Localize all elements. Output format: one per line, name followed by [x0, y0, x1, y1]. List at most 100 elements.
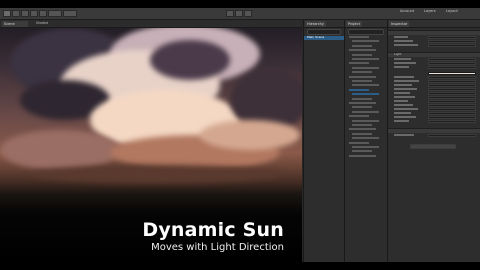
project-list-item[interactable] — [352, 150, 372, 153]
project-header: Project — [345, 20, 387, 28]
property-value-field[interactable] — [428, 91, 476, 95]
project-list-item[interactable] — [352, 132, 372, 135]
global-toggle[interactable] — [63, 10, 77, 17]
property-label — [394, 96, 415, 98]
project-list-item[interactable] — [349, 154, 376, 157]
caption-subtitle: Moves with Light Direction — [151, 242, 284, 253]
hierarchy-root-item[interactable]: Main Scene — [307, 36, 324, 39]
property-value-field[interactable] — [428, 35, 476, 39]
feature-caption: Dynamic Sun Moves with Light Direction — [142, 219, 284, 254]
property-value-field[interactable] — [428, 107, 476, 111]
project-list-item[interactable] — [352, 40, 379, 43]
project-list-item[interactable] — [349, 88, 369, 91]
skybox-material-section[interactable] — [388, 128, 480, 133]
rotate-tool-icon[interactable] — [21, 10, 29, 17]
horizon-glow — [30, 165, 280, 183]
hand-tool-icon[interactable] — [3, 10, 11, 17]
property-value-field[interactable] — [428, 75, 476, 79]
property-value-field[interactable] — [428, 39, 476, 43]
property-label — [394, 100, 408, 102]
project-list-item[interactable] — [349, 62, 369, 65]
property-label — [394, 92, 410, 94]
property-label — [394, 36, 408, 38]
project-list-item[interactable] — [349, 102, 376, 104]
project-list-item[interactable] — [352, 146, 379, 148]
project-list-item[interactable] — [352, 71, 372, 74]
project-list-item[interactable] — [352, 93, 379, 96]
property-value-field[interactable] — [428, 95, 476, 99]
property-value-field[interactable] — [428, 119, 476, 123]
property-value-field[interactable] — [428, 79, 476, 83]
property-label — [394, 80, 419, 82]
project-list-item[interactable] — [349, 36, 369, 38]
project-list-item[interactable] — [349, 49, 376, 52]
layers-dropdown[interactable]: Layers — [424, 9, 436, 13]
tab-inspector[interactable]: Inspector — [389, 21, 410, 27]
scale-tool-icon[interactable] — [30, 10, 38, 17]
hierarchy-header: Hierarchy — [304, 20, 344, 28]
project-search-input[interactable] — [348, 29, 384, 35]
rect-tool-icon[interactable] — [39, 10, 47, 17]
property-value-field[interactable] — [428, 83, 476, 87]
property-value-field[interactable] — [428, 65, 476, 69]
project-list-item[interactable] — [349, 75, 376, 78]
property-value-field[interactable] — [428, 61, 476, 65]
hierarchy-search-input[interactable] — [307, 29, 341, 35]
property-label — [394, 88, 417, 90]
tab-hierarchy[interactable]: Hierarchy — [305, 21, 326, 27]
project-list-item[interactable] — [352, 119, 379, 122]
scene-view[interactable]: Scene Shaded Dynamic Sun Moves with Ligh… — [0, 20, 302, 262]
hierarchy-panel: Hierarchy Main Scene — [303, 20, 344, 262]
project-list-item[interactable] — [352, 44, 372, 47]
shading-mode-dropdown[interactable]: Shaded — [36, 21, 48, 25]
project-list-item[interactable] — [352, 110, 379, 113]
project-list-item[interactable] — [352, 106, 372, 109]
transform-section[interactable] — [388, 30, 480, 35]
project-list-item[interactable] — [349, 115, 369, 118]
pivot-toggle[interactable] — [48, 10, 62, 17]
project-list-item[interactable] — [352, 58, 379, 60]
caption-title: Dynamic Sun — [142, 219, 284, 241]
project-list-item[interactable] — [349, 128, 376, 131]
property-value-field[interactable] — [428, 103, 476, 107]
project-list-item[interactable] — [352, 137, 379, 140]
project-list-item[interactable] — [352, 124, 372, 126]
property-value-field[interactable] — [428, 111, 476, 115]
play-controls: play-icon pause-icon step-icon — [226, 10, 252, 17]
property-value-field[interactable] — [428, 99, 476, 103]
editor-window: play-icon pause-icon step-icon Account L… — [0, 8, 480, 262]
inspector-panel: Inspector Light — [387, 20, 480, 262]
account-dropdown[interactable]: Account — [400, 9, 414, 13]
project-list-item[interactable] — [352, 80, 372, 82]
property-label — [394, 66, 409, 68]
step-button[interactable]: step-icon — [244, 10, 252, 17]
play-button[interactable]: play-icon — [226, 10, 234, 17]
property-value-field[interactable] — [428, 57, 476, 61]
add-component-button[interactable] — [410, 144, 456, 149]
project-list-item[interactable] — [349, 141, 369, 144]
project-list-item[interactable] — [352, 53, 372, 56]
tab-scene[interactable]: Scene — [2, 21, 28, 27]
property-label — [394, 116, 416, 118]
light-component-section[interactable]: Light — [388, 52, 480, 57]
project-list-item[interactable] — [352, 97, 372, 100]
property-label — [394, 134, 414, 136]
project-list-item[interactable] — [352, 84, 379, 87]
property-value-field[interactable] — [428, 43, 476, 47]
tab-project[interactable]: Project — [346, 21, 362, 27]
project-list-item[interactable] — [352, 66, 379, 69]
pause-button[interactable]: pause-icon — [235, 10, 243, 17]
sky-cloud — [200, 120, 300, 150]
light-color-swatch[interactable] — [428, 72, 476, 75]
property-label — [394, 84, 412, 86]
move-tool-icon[interactable] — [12, 10, 20, 17]
property-value-field[interactable] — [428, 87, 476, 91]
property-label — [394, 44, 418, 46]
property-label — [394, 40, 413, 42]
sky-cloud — [150, 40, 230, 80]
layout-dropdown[interactable]: Layout — [446, 9, 458, 13]
property-value-field[interactable] — [428, 133, 476, 137]
property-value-field[interactable] — [428, 115, 476, 119]
pivot-toggles — [48, 10, 77, 17]
transform-tools — [3, 10, 47, 17]
